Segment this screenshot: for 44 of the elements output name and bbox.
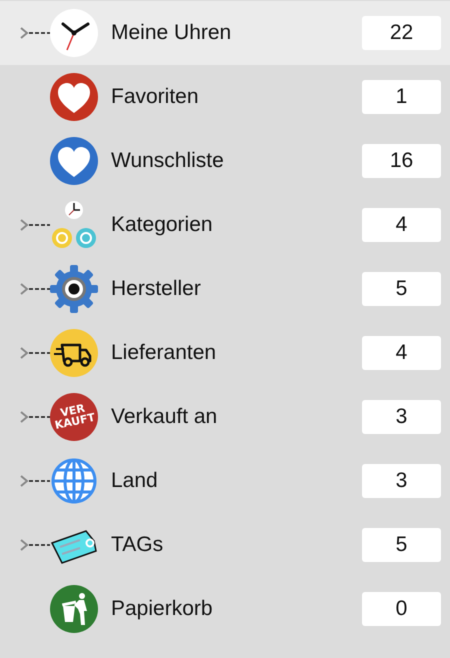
count-badge: 3: [362, 400, 441, 434]
disclosure-icon[interactable]: [20, 347, 50, 359]
trash-icon: [50, 585, 98, 633]
count-badge: 22: [362, 16, 441, 50]
item-label: Verkauft an: [111, 405, 218, 429]
sidebar-item[interactable]: TAGs 5: [0, 513, 450, 577]
item-label: Meine Uhren: [111, 21, 232, 45]
gear-icon: [50, 265, 98, 313]
count-badge: 16: [362, 144, 441, 178]
item-label: Land: [111, 469, 159, 493]
disclosure-icon[interactable]: [20, 411, 50, 423]
item-label: Favoriten: [111, 85, 200, 109]
count-badge: 0: [362, 592, 441, 626]
count-badge: 4: [362, 208, 441, 242]
sidebar-item[interactable]: Favoriten 1: [0, 65, 450, 129]
item-label: Hersteller: [111, 277, 202, 301]
clock-gears-icon: [50, 201, 98, 249]
sidebar-item[interactable]: Lieferanten 4: [0, 321, 450, 385]
clock-icon: [50, 9, 98, 57]
item-label: Wunschliste: [111, 149, 225, 173]
item-label: TAGs: [111, 533, 164, 557]
disclosure-icon[interactable]: [20, 283, 50, 295]
stamp-icon: VER KAUFT: [50, 393, 98, 441]
count-badge: 4: [362, 336, 441, 370]
sidebar-item[interactable]: Hersteller 5: [0, 257, 450, 321]
disclosure-icon[interactable]: [20, 219, 50, 231]
sidebar-item[interactable]: Land 3: [0, 449, 450, 513]
sidebar-item[interactable]: Meine Uhren 22: [0, 1, 450, 65]
globe-icon: [50, 457, 98, 505]
count-badge: 3: [362, 464, 441, 498]
item-label: Kategorien: [111, 213, 214, 237]
item-label: Lieferanten: [111, 341, 218, 365]
disclosure-icon[interactable]: [20, 475, 50, 487]
item-label: Papierkorb: [111, 597, 214, 621]
sidebar-item[interactable]: Papierkorb 0: [0, 577, 450, 641]
sidebar-item[interactable]: Wunschliste 16: [0, 129, 450, 193]
count-badge: 5: [362, 528, 441, 562]
sidebar-item[interactable]: VER KAUFT Verkauft an 3: [0, 385, 450, 449]
sidebar-item[interactable]: Kategorien 4: [0, 193, 450, 257]
truck-icon: [50, 329, 98, 377]
count-badge: 5: [362, 272, 441, 306]
disclosure-icon[interactable]: [20, 27, 50, 39]
count-badge: 1: [362, 80, 441, 114]
disclosure-icon[interactable]: [20, 539, 50, 551]
